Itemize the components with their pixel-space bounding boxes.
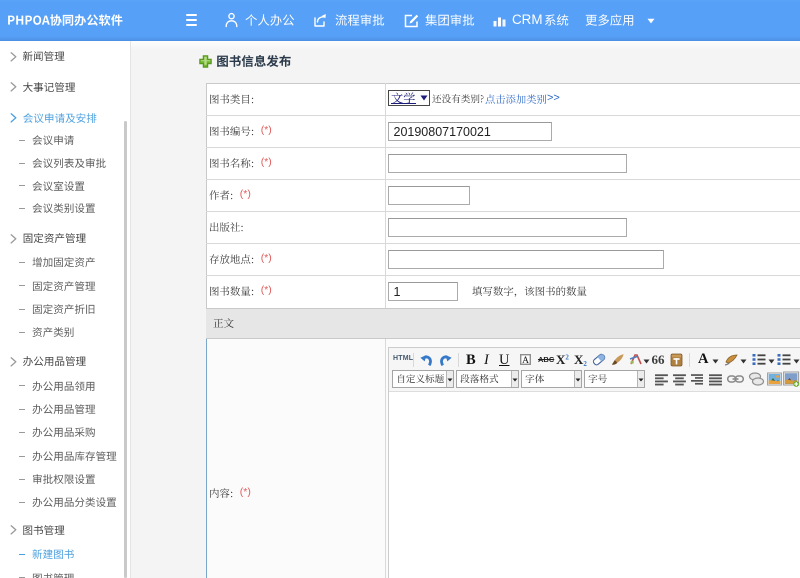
svg-text:A: A [522,356,529,365]
